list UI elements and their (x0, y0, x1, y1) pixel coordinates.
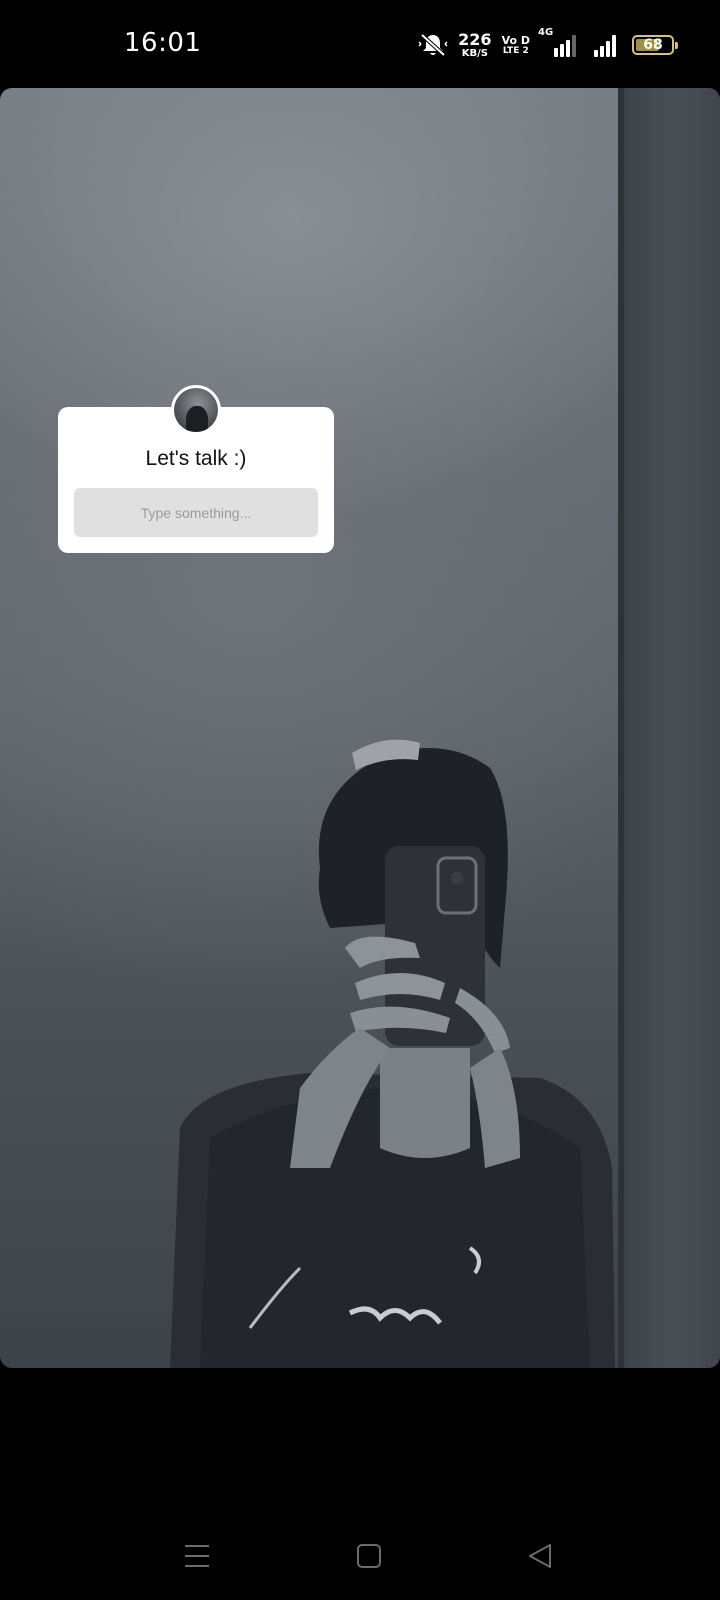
signal-sim2-icon (594, 33, 616, 57)
screen: 16:01 226 KB/S Vo D LTE 2 4G 68 Let's ta… (0, 0, 720, 1600)
network-speed: 226 KB/S (458, 29, 492, 59)
volte-top-label: Vo D (501, 33, 530, 47)
network-speed-value: 226 (458, 29, 492, 49)
signal-sim1-icon: 4G (538, 27, 576, 57)
volte-indicator: Vo D LTE 2 (502, 35, 530, 56)
volte-bottom-label: LTE 2 (502, 45, 529, 56)
sticker-input-placeholder: Type something... (140, 504, 252, 521)
status-icons: 226 KB/S Vo D LTE 2 4G 68 (418, 27, 678, 62)
network-speed-unit: KB/S (461, 47, 488, 59)
sticker-response-input[interactable]: Type something... (74, 488, 318, 537)
network-type-label: 4G (538, 27, 554, 38)
question-sticker[interactable]: Let's talk :) Type something... (58, 385, 334, 553)
battery-icon: 68 (632, 35, 678, 55)
menu-icon[interactable] (177, 1536, 217, 1576)
mute-icon (418, 32, 448, 58)
avatar-image (174, 388, 218, 432)
sticker-title: Let's talk :) (145, 447, 247, 470)
back-icon[interactable] (520, 1536, 560, 1576)
status-bar: 16:01 226 KB/S Vo D LTE 2 4G 68 (0, 0, 720, 88)
battery-level: 68 (643, 37, 663, 53)
navigation-bar (0, 1500, 720, 1600)
status-time: 16:01 (124, 28, 202, 58)
home-icon[interactable] (349, 1536, 389, 1576)
story-photo[interactable]: Let's talk :) Type something... (0, 88, 720, 1368)
sticker-avatar (171, 385, 221, 435)
